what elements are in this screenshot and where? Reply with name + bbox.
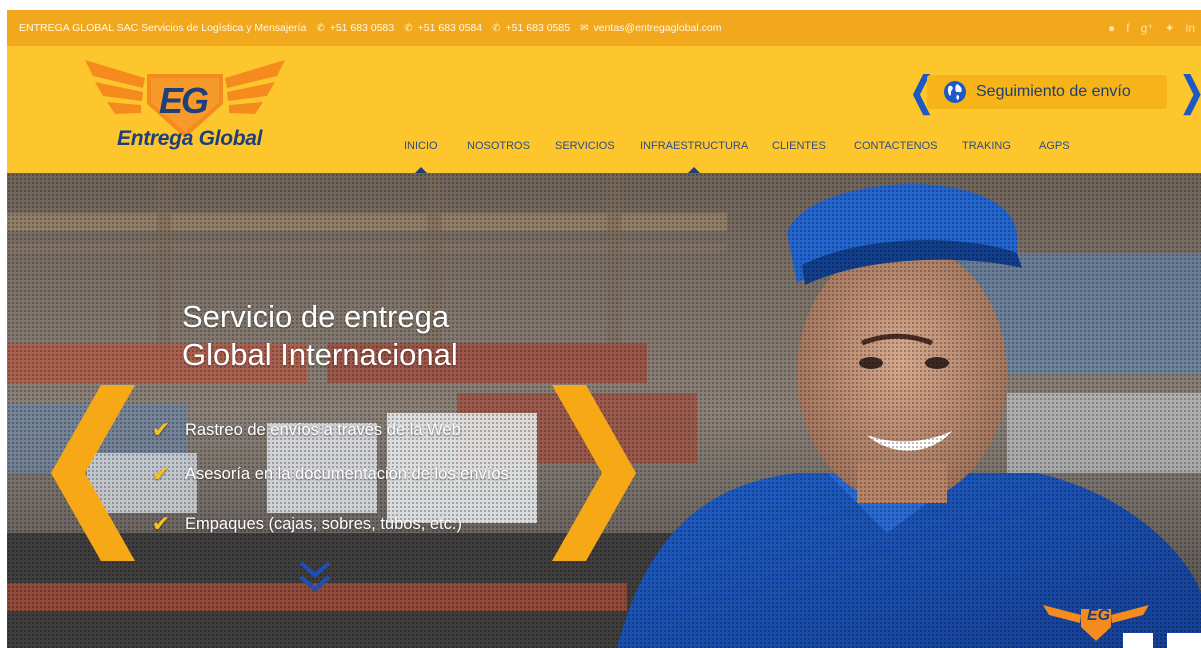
- checkmark-icon: ✔: [151, 417, 171, 442]
- page: ENTREGA GLOBAL SAC Servicios de Logístic…: [7, 10, 1201, 648]
- phone-3-text: +51 683 0585: [505, 22, 571, 34]
- nav-infraestructura-label: INFRAESTRUCTURA: [640, 140, 749, 152]
- nav-contactenos[interactable]: CONTACTENOS: [854, 136, 938, 173]
- phone-icon: ✆: [492, 22, 501, 34]
- hero-title: Servicio de entrega Global Internacional: [182, 298, 458, 374]
- phone-2[interactable]: ✆ +51 683 0584: [404, 22, 482, 34]
- phone-icon: ✆: [404, 22, 413, 34]
- email-text: ventas@entregaglobal.com: [593, 22, 722, 34]
- main-nav: INICIO NOSOTROS SERVICIOS INFRAESTRUCTUR…: [7, 136, 1201, 173]
- corner-widget[interactable]: [1167, 633, 1201, 648]
- feature-text: Rastreo de envíos a través de la Web: [185, 420, 461, 439]
- email-link[interactable]: ✉ ventas@entregaglobal.com: [580, 22, 721, 34]
- phone-2-text: +51 683 0584: [417, 22, 483, 34]
- chevron-right-icon[interactable]: ❭: [1175, 72, 1201, 112]
- skype-icon[interactable]: ●: [1108, 21, 1115, 35]
- nav-servicios-label: SERVICIOS: [555, 140, 615, 152]
- nav-inicio-label: INICIO: [404, 140, 438, 152]
- feature-text: Asesoría en la documentación de los enví…: [185, 464, 509, 483]
- feature-text: Empaques (cajas, sobres, tubos, etc.): [185, 514, 462, 533]
- nav-clientes[interactable]: CLIENTES: [772, 136, 826, 173]
- nav-clientes-label: CLIENTES: [772, 140, 826, 152]
- twitter-icon[interactable]: ✦: [1165, 21, 1175, 35]
- tracking-widget: ❬ Seguimiento de envío ❭: [905, 72, 1201, 112]
- nav-nosotros-label: NOSOTROS: [467, 140, 530, 152]
- tracking-label: Seguimiento de envío: [976, 83, 1131, 100]
- phone-1[interactable]: ✆ +51 683 0583: [316, 22, 394, 34]
- phone-3[interactable]: ✆ +51 683 0585: [492, 22, 570, 34]
- facebook-icon[interactable]: f: [1126, 21, 1129, 35]
- logo-monogram: EG: [159, 80, 209, 121]
- hero-title-line1: Servicio de entrega: [182, 299, 450, 334]
- nav-nosotros[interactable]: NOSOTROS: [467, 136, 530, 173]
- linkedin-icon[interactable]: in: [1186, 21, 1195, 35]
- social-links: ● f g⁺ ✦ in: [1108, 10, 1195, 46]
- corner-widget[interactable]: [1123, 633, 1153, 648]
- nav-agps-label: AGPS: [1039, 140, 1070, 152]
- checkmark-icon: ✔: [151, 511, 171, 536]
- google-plus-icon[interactable]: g⁺: [1141, 21, 1154, 35]
- slider-prev-icon[interactable]: [51, 385, 135, 561]
- site-header: EG Entrega Global ❬ Seguimiento de envío…: [7, 46, 1201, 173]
- nav-contactenos-label: CONTACTENOS: [854, 140, 938, 152]
- slider-next-icon[interactable]: [552, 385, 636, 561]
- phone-icon: ✆: [316, 22, 325, 34]
- shirt-logo-text: EG: [1087, 607, 1111, 624]
- nav-servicios[interactable]: SERVICIOS: [555, 136, 615, 173]
- feature-item: ✔ Empaques (cajas, sobres, tubos, etc.): [147, 511, 462, 537]
- globe-icon: [944, 81, 966, 103]
- nav-infraestructura[interactable]: INFRAESTRUCTURA: [640, 136, 748, 173]
- hero-title-line2: Global Internacional: [182, 337, 458, 372]
- double-chevron-down-icon[interactable]: [299, 561, 331, 595]
- hero-slider: Servicio de entrega Global Internacional…: [7, 173, 1201, 648]
- phone-1-text: +51 683 0583: [329, 22, 395, 34]
- feature-item: ✔ Rastreo de envíos a través de la Web: [147, 417, 461, 443]
- envelope-icon: ✉: [580, 22, 589, 34]
- tracking-button[interactable]: Seguimiento de envío: [927, 75, 1167, 109]
- company-name: ENTREGA GLOBAL SAC Servicios de Logístic…: [19, 22, 307, 34]
- checkmark-icon: ✔: [151, 461, 171, 486]
- nav-inicio[interactable]: INICIO: [404, 136, 438, 173]
- nav-agps[interactable]: AGPS: [1039, 136, 1070, 173]
- top-bar: ENTREGA GLOBAL SAC Servicios de Logístic…: [7, 10, 1201, 46]
- nav-traking-label: TRAKING: [962, 140, 1011, 152]
- nav-traking[interactable]: TRAKING: [962, 136, 1011, 173]
- feature-item: ✔ Asesoría en la documentación de los en…: [147, 461, 509, 487]
